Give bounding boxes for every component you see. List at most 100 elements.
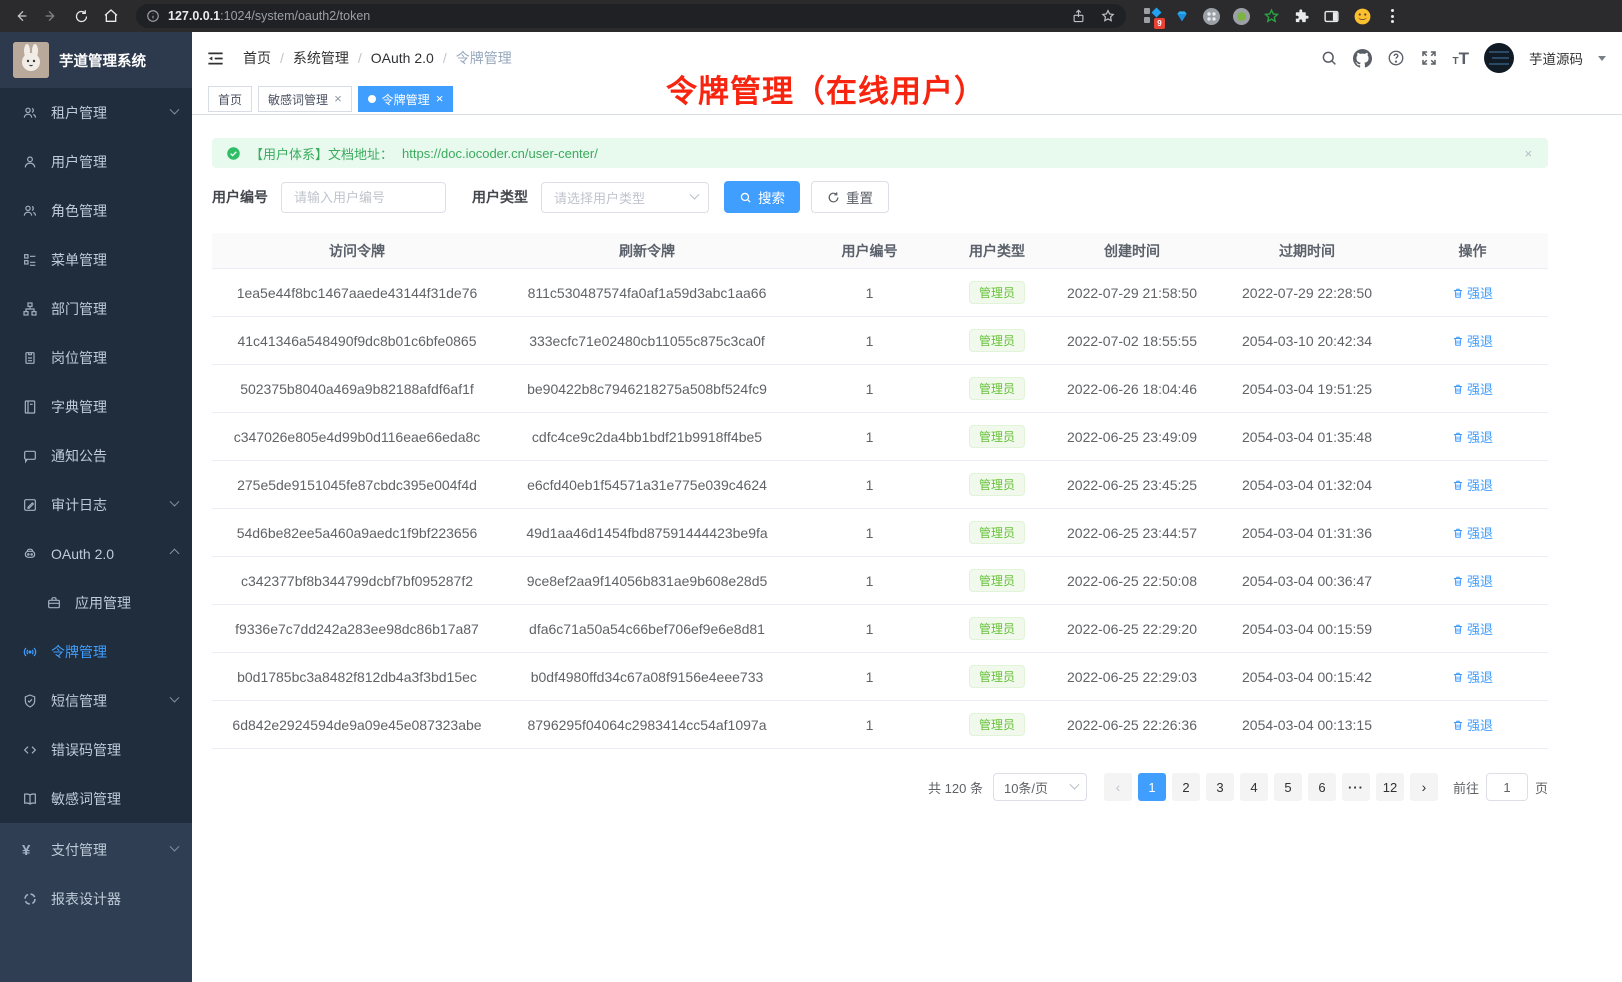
sidebar-item-report-designer[interactable]: 报表设计器 [0,874,192,923]
help-icon[interactable] [1387,49,1405,67]
sidebar-item-error-code[interactable]: 错误码管理 [0,725,192,774]
reset-button[interactable]: 重置 [811,181,889,213]
tag-close-icon[interactable] [436,92,444,106]
sidebar-item-sensitive-word[interactable]: 敏感词管理 [0,774,192,823]
sidebar-item-user[interactable]: 用户管理 [0,137,192,186]
sidebar-item-tenant[interactable]: 租户管理 [0,88,192,137]
force-logout-button[interactable]: 强退 [1452,379,1493,398]
sidebar-item-dict[interactable]: 字典管理 [0,382,192,431]
table-row: c347026e805e4d99b0d116eae66eda8c cdfc4ce… [212,413,1548,461]
extension-record-icon[interactable] [1233,8,1250,25]
doc-alert-link[interactable]: https://doc.iocoder.cn/user-center/ [402,146,598,161]
force-logout-button[interactable]: 强退 [1452,427,1493,446]
sidebar-item-role[interactable]: 角色管理 [0,186,192,235]
page-button-5[interactable]: 5 [1274,773,1302,801]
access-token-cell: 6d842e2924594de9a09e45e087323abe [212,717,502,733]
page-button-4[interactable]: 4 [1240,773,1268,801]
force-logout-button[interactable]: 强退 [1452,331,1493,350]
sidebar-item-pay[interactable]: 支付管理 [0,825,192,874]
token-icon [22,644,38,660]
force-logout-button[interactable]: 强退 [1452,475,1493,494]
refresh-icon [827,191,840,204]
force-logout-button[interactable]: 强退 [1452,283,1493,302]
bookmark-star-icon[interactable] [1100,8,1116,24]
search-icon[interactable] [1320,49,1338,67]
breadcrumb-oauth[interactable]: OAuth 2.0 [371,50,434,66]
extension-clover-icon[interactable] [1203,8,1220,25]
search-button[interactable]: 搜索 [724,181,800,213]
user-type-badge: 管理员 [969,329,1025,352]
page-button-3[interactable]: 3 [1206,773,1234,801]
sidebar-item-dept[interactable]: 部门管理 [0,284,192,333]
sidebar-item-oauth[interactable]: OAuth 2.0 [0,529,192,578]
user-type-label: 用户类型 [472,187,528,207]
user-menu-caret-icon[interactable] [1598,56,1606,61]
page-info-icon[interactable] [146,9,160,23]
expire-time-cell: 2054-03-04 00:15:59 [1217,621,1397,637]
tag-close-icon[interactable] [334,92,342,106]
page-button-12[interactable]: 12 [1376,773,1404,801]
sidebar-collapse-icon[interactable] [206,49,225,68]
page-button-1[interactable]: 1 [1138,773,1166,801]
tag-home[interactable]: 首页 [208,86,252,112]
browser-home-icon[interactable] [98,3,124,29]
font-size-icon[interactable] [1453,50,1470,67]
breadcrumb-home[interactable]: 首页 [243,48,271,68]
next-page-button[interactable]: › [1410,773,1438,801]
sidebar-item-sms[interactable]: 短信管理 [0,676,192,725]
devtools-gem-icon[interactable] [1174,8,1190,24]
github-icon[interactable] [1353,49,1372,68]
sidebar-item-post[interactable]: 岗位管理 [0,333,192,382]
extension-grid-icon[interactable]: 9 [1144,8,1161,25]
sidebar-item-oauth-app[interactable]: 应用管理 [0,578,192,627]
browser-menu-icon[interactable] [1391,9,1394,23]
share-icon[interactable] [1071,9,1086,24]
browser-forward-icon[interactable] [38,3,64,29]
select-caret-icon [690,189,700,199]
force-logout-button[interactable]: 强退 [1452,523,1493,542]
page-size-select[interactable]: 10条/页 [993,773,1087,801]
tag-sensitive-word[interactable]: 敏感词管理 [258,86,352,112]
profile-emoji-avatar[interactable] [1353,7,1372,26]
goto-page-input[interactable] [1486,773,1528,801]
success-check-icon [226,146,241,161]
sidebar-item-menu[interactable]: 菜单管理 [0,235,192,284]
table-row: 6d842e2924594de9a09e45e087323abe 8796295… [212,701,1548,749]
user-type-badge: 管理员 [969,569,1025,592]
force-logout-button[interactable]: 强退 [1452,715,1493,734]
access-token-cell: b0d1785bc3a8482f812db4a3f3bd15ec [212,669,502,685]
user-id-input[interactable] [281,182,446,213]
create-time-cell: 2022-06-25 22:50:08 [1047,573,1217,589]
side-panel-icon[interactable] [1323,8,1340,25]
expire-time-cell: 2022-07-29 22:28:50 [1217,285,1397,301]
username[interactable]: 芋道源码 [1529,48,1583,68]
more-pages-button[interactable] [1342,773,1370,801]
extension-badge: 9 [1154,18,1165,29]
sidebar-item-audit[interactable]: 审计日志 [0,480,192,529]
refresh-token-cell: dfa6c71a50a54c66bef706ef9e6e8d81 [502,621,792,637]
tenant-icon [22,105,38,121]
force-logout-button[interactable]: 强退 [1452,667,1493,686]
breadcrumb-system[interactable]: 系统管理 [293,48,349,68]
sidebar-item-notice[interactable]: 通知公告 [0,431,192,480]
tag-token[interactable]: 令牌管理 [358,86,454,112]
user-avatar[interactable] [1484,43,1514,73]
page-button-6[interactable]: 6 [1308,773,1336,801]
user-type-select[interactable]: 请选择用户类型 [541,182,709,213]
prev-page-button[interactable]: ‹ [1104,773,1132,801]
page-button-2[interactable]: 2 [1172,773,1200,801]
user-type-badge: 管理员 [969,521,1025,544]
extension-star-icon[interactable] [1263,8,1280,25]
fullscreen-icon[interactable] [1420,49,1438,67]
sidebar-item-oauth-token[interactable]: 令牌管理 [0,627,192,676]
force-logout-button[interactable]: 强退 [1452,571,1493,590]
browser-reload-icon[interactable] [68,3,94,29]
address-bar[interactable]: 127.0.0.1:1024/system/oauth2/token [136,4,1126,28]
trash-icon [1452,383,1464,395]
browser-back-icon[interactable] [8,3,34,29]
alert-close-icon[interactable] [1524,146,1532,161]
access-token-cell: 275e5de9151045fe87cbdc395e004f4d [212,477,502,493]
force-logout-button[interactable]: 强退 [1452,619,1493,638]
extensions-puzzle-icon[interactable] [1293,8,1310,25]
create-time-cell: 2022-06-26 18:04:46 [1047,381,1217,397]
